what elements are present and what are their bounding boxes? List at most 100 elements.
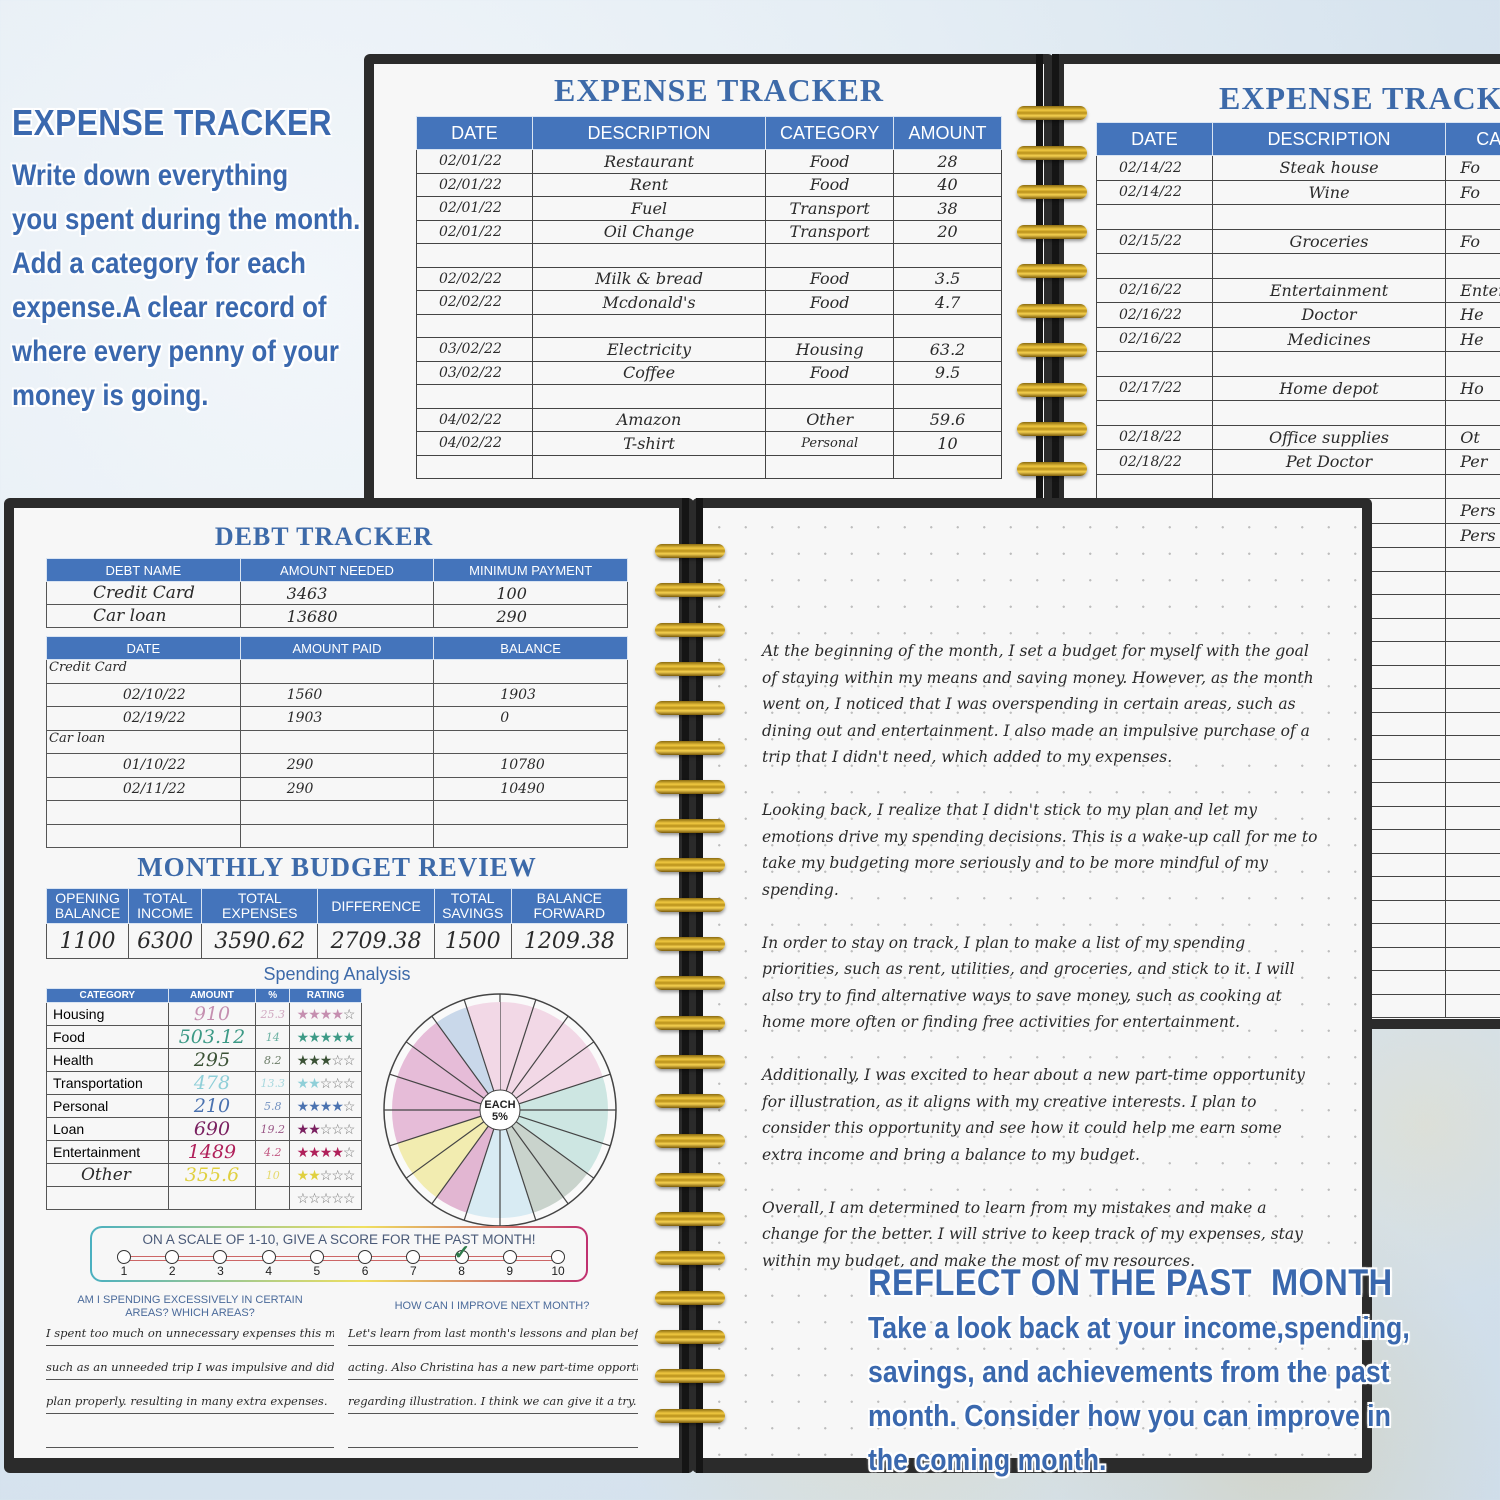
star-filled-icon: ★: [308, 1051, 321, 1068]
score-scale-frame: ON A SCALE OF 1-10, GIVE A SCORE FOR THE…: [90, 1226, 588, 1282]
expense-category: Pers: [1445, 522, 1500, 548]
spiral-coil: [655, 976, 725, 991]
spending-analysis-table: CATEGORY AMOUNT % RATING Housing 910 25.3 ★…: [46, 988, 362, 1210]
expense-row: 04/02/22 Amazon Other 59.6: [416, 407, 1002, 432]
spiral-coil: [655, 701, 725, 716]
expense-date: 02/01/22: [416, 196, 533, 221]
balance: 0: [433, 706, 628, 731]
budget-header: TOTAL INCOME: [128, 888, 203, 924]
expense-description: [1211, 400, 1447, 426]
debt-payment-row: 02/10/22 1560 1903: [46, 682, 628, 707]
expense-category: Enter: [1445, 277, 1500, 303]
amount-paid: [239, 800, 435, 825]
balance: [433, 800, 628, 825]
expense-date: 02/16/22: [1096, 302, 1213, 328]
spiral-coil: [655, 1408, 725, 1423]
score-option-7[interactable]: [406, 1250, 421, 1264]
debt-name: Car loan: [46, 604, 241, 628]
star-empty-icon: ☆: [331, 1051, 344, 1068]
expense-amount: [893, 243, 1002, 268]
expense-category: [1445, 473, 1500, 499]
budget-header-line: TOTAL: [237, 890, 282, 906]
expense-category: [1445, 253, 1500, 279]
expense-amount: 9.5: [893, 360, 1002, 385]
expense-description: Wine: [1211, 179, 1447, 205]
score-option-6[interactable]: [358, 1250, 373, 1264]
budget-header-row: OPENING BALANCE TOTAL INCOME TOTAL EXPENSES DI…: [45, 888, 629, 924]
score-track: [124, 1256, 560, 1261]
expense-amount: 20: [893, 219, 1002, 244]
spending-amount: 210: [167, 1094, 257, 1118]
score-option-4[interactable]: [261, 1250, 276, 1264]
balance: 10780: [433, 753, 628, 778]
rating-stars[interactable]: ☆☆☆☆☆: [289, 1186, 362, 1210]
spiral-coil: [1017, 224, 1087, 239]
star-filled-icon: ★: [308, 1028, 321, 1045]
spiral-coil: [655, 779, 725, 794]
score-option-1[interactable]: [117, 1250, 131, 1264]
expense-description: Entertainment: [1211, 277, 1447, 303]
rating-stars[interactable]: ★★☆☆☆: [289, 1163, 362, 1187]
expense-description: Groceries: [1211, 228, 1447, 254]
rating-stars[interactable]: ★★★☆☆: [289, 1048, 362, 1072]
expense-cell: [1445, 547, 1500, 572]
spending-row: Personal 210 5.8 ★★★★☆: [46, 1094, 362, 1118]
spending-row: Other 355.6 10 ★★☆☆☆: [46, 1163, 362, 1187]
budget-header-line: INCOME: [137, 905, 194, 921]
debt-payment-row: 01/10/22 290 10780: [46, 753, 628, 778]
debt-summary-table: DEBT NAME AMOUNT NEEDED MINIMUM PAYMENT …: [46, 558, 628, 628]
promo-line: where every penny of your: [12, 335, 339, 368]
expense-date: 02/01/22: [416, 149, 533, 174]
spiral-coil: [1017, 303, 1087, 318]
spiral-coil: [655, 661, 725, 676]
score-label: 10: [551, 1264, 565, 1278]
score-label: 8: [458, 1264, 465, 1278]
expense-date: [1096, 473, 1213, 499]
rating-stars[interactable]: ★★★★☆: [289, 1002, 362, 1026]
expense-date: 02/01/22: [416, 172, 533, 197]
score-option-10[interactable]: [551, 1250, 565, 1264]
expense-row: 02/01/22 Oil Change Transport 20: [416, 219, 1002, 244]
star-empty-icon: ☆: [342, 1074, 356, 1091]
expense-category: [1445, 351, 1500, 377]
expense-date: 02/02/22: [416, 290, 533, 315]
spiral-coil: [1017, 185, 1087, 199]
score-option-9[interactable]: [502, 1250, 517, 1264]
debt-tracker-title: DEBT TRACKER: [214, 522, 434, 551]
expense-row: [416, 313, 1002, 338]
spending-amount: 295: [167, 1048, 257, 1072]
score-option-2[interactable]: [165, 1250, 180, 1264]
expense-category: Other: [765, 407, 895, 432]
expense-description: [531, 454, 767, 479]
expense-cell: [1445, 923, 1500, 948]
promo-line: you spent during the month.: [12, 203, 361, 236]
rating-stars[interactable]: ★★☆☆☆: [289, 1071, 362, 1095]
spiral-coil: [655, 1251, 725, 1266]
payment-date: [46, 800, 241, 825]
expense-row: [416, 384, 1002, 409]
spiral-coil: [1017, 264, 1087, 278]
spending-percent: 10: [255, 1163, 291, 1187]
wheel-label: EACH: [484, 1099, 515, 1111]
score-option-5[interactable]: [309, 1250, 324, 1264]
rating-stars[interactable]: ★★☆☆☆: [289, 1117, 362, 1141]
star-empty-icon: ☆: [296, 1189, 310, 1206]
budget-review-title: MONTHLY BUDGET REVIEW: [137, 852, 537, 882]
debt-payments-header: DATE AMOUNT PAID BALANCE: [46, 636, 628, 660]
rating-stars[interactable]: ★★★★☆: [289, 1140, 362, 1164]
question-improve: HOW CAN I IMPROVE NEXT MONTH?: [394, 1300, 590, 1312]
score-label: 9: [506, 1264, 514, 1278]
expense-category: Per: [1445, 449, 1500, 475]
score-label: 7: [409, 1264, 417, 1278]
score-option-3[interactable]: [213, 1250, 228, 1264]
spiral-spine: [1052, 54, 1059, 514]
budget-header-line: EXPENSES: [222, 905, 298, 921]
expense-date: [1096, 253, 1213, 279]
rating-stars[interactable]: ★★★★★: [289, 1025, 362, 1049]
spending-category: Personal: [46, 1094, 169, 1118]
rating-stars[interactable]: ★★★★☆: [289, 1094, 362, 1118]
budget-header: OPENING BALANCE: [45, 888, 130, 924]
spiral-coil: [655, 1172, 725, 1187]
expense-row: [1096, 351, 1500, 377]
star-filled-icon: ★: [296, 1028, 310, 1045]
